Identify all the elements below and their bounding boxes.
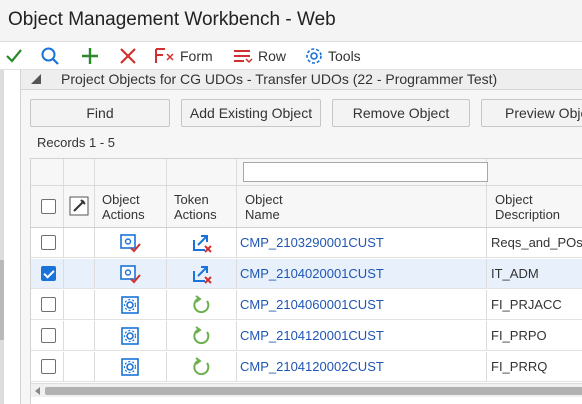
object-name-link[interactable]: CMP_2104120001CUST: [240, 328, 384, 343]
tools-menu-label: Tools: [328, 48, 361, 64]
header-object-name[interactable]: Object Name: [245, 192, 283, 222]
object-name-link[interactable]: CMP_2103290001CUST: [240, 235, 384, 250]
row-icon: [234, 50, 253, 64]
select-all-checkbox[interactable]: [41, 199, 56, 214]
plus-icon[interactable]: [78, 44, 102, 68]
object-gear-icon[interactable]: [119, 325, 141, 347]
object-description: FI_PRPO: [491, 328, 547, 343]
grid-header-row: Object Actions Token Actions Object Name Ob…: [31, 186, 582, 228]
object-name-link[interactable]: CMP_2104120002CUST: [240, 359, 384, 374]
object-gear-icon[interactable]: [119, 356, 141, 378]
form-icon: [155, 48, 174, 63]
token-release-icon[interactable]: [191, 263, 213, 285]
row-menu[interactable]: Row: [232, 46, 286, 66]
row-checkbox[interactable]: [41, 297, 56, 312]
table-row[interactable]: CMP_2104120001CUST FI_PRPO: [31, 321, 582, 351]
object-description: FI_PRJACC: [491, 297, 562, 312]
token-release-icon[interactable]: [191, 232, 213, 254]
header-token-actions[interactable]: Token Actions: [174, 192, 217, 222]
search-icon[interactable]: [38, 44, 62, 68]
header-object-actions[interactable]: Object Actions: [102, 192, 145, 222]
collapse-triangle-icon[interactable]: [31, 74, 41, 84]
form-header[interactable]: Project Objects for CG UDOs - Transfer U…: [21, 70, 582, 90]
object-checked-icon[interactable]: [119, 263, 141, 285]
title-bar: Object Management Workbench - Web: [0, 0, 582, 42]
horizontal-scrollbar[interactable]: [31, 383, 582, 397]
left-edge-marker: [0, 260, 4, 340]
row-checkbox[interactable]: [41, 359, 56, 374]
object-description: FI_PRRQ: [491, 359, 548, 374]
gear-icon: [306, 48, 322, 64]
add-existing-object-button[interactable]: Add Existing Object: [181, 99, 321, 127]
form-menu[interactable]: Form: [154, 46, 213, 66]
find-button[interactable]: Find: [30, 99, 170, 127]
form-menu-label: Form: [180, 48, 213, 64]
object-name-link[interactable]: CMP_2104060001CUST: [240, 297, 384, 312]
scrollbar-thumb[interactable]: [45, 387, 582, 395]
form-header-title: Project Objects for CG UDOs - Transfer U…: [61, 71, 498, 87]
token-refresh-icon[interactable]: [191, 325, 213, 347]
object-checked-icon[interactable]: [119, 232, 141, 254]
table-row[interactable]: CMP_2104120002CUST FI_PRRQ: [31, 352, 582, 382]
remove-object-button[interactable]: Remove Object: [332, 99, 470, 127]
form-area: Project Objects for CG UDOs - Transfer U…: [20, 70, 582, 404]
object-name-filter-input[interactable]: [243, 162, 488, 182]
token-refresh-icon[interactable]: [191, 356, 213, 378]
grid-filter-row: [31, 159, 582, 186]
table-row[interactable]: CMP_2103290001CUST Reqs_and_POs: [31, 228, 582, 258]
scroll-left-icon[interactable]: [35, 387, 40, 395]
objects-grid: Object Actions Token Actions Object Name Ob…: [30, 158, 582, 404]
object-gear-icon[interactable]: [119, 294, 141, 316]
object-name-link[interactable]: CMP_2104020001CUST: [240, 266, 384, 281]
toolbar: Form Row Tools: [0, 42, 582, 70]
left-edge-bar: [0, 70, 4, 404]
tools-menu[interactable]: Tools: [304, 46, 361, 66]
preview-object-button[interactable]: Preview Obje: [481, 99, 582, 127]
check-icon[interactable]: [2, 44, 26, 68]
row-checkbox[interactable]: [41, 266, 56, 281]
row-checkbox[interactable]: [41, 328, 56, 343]
table-row[interactable]: CMP_2104020001CUST IT_ADM: [31, 259, 582, 289]
header-object-description[interactable]: Object Description: [495, 192, 560, 222]
grid-options-icon[interactable]: [69, 196, 89, 216]
records-count: Records 1 - 5: [37, 135, 116, 150]
row-menu-label: Row: [258, 48, 287, 64]
window-title: Object Management Workbench - Web: [8, 9, 336, 30]
object-description: IT_ADM: [491, 266, 539, 281]
table-row[interactable]: CMP_2104060001CUST FI_PRJACC: [31, 290, 582, 320]
object-description: Reqs_and_POs: [491, 235, 582, 250]
row-checkbox[interactable]: [41, 235, 56, 250]
token-refresh-icon[interactable]: [191, 294, 213, 316]
close-icon[interactable]: [116, 44, 140, 68]
